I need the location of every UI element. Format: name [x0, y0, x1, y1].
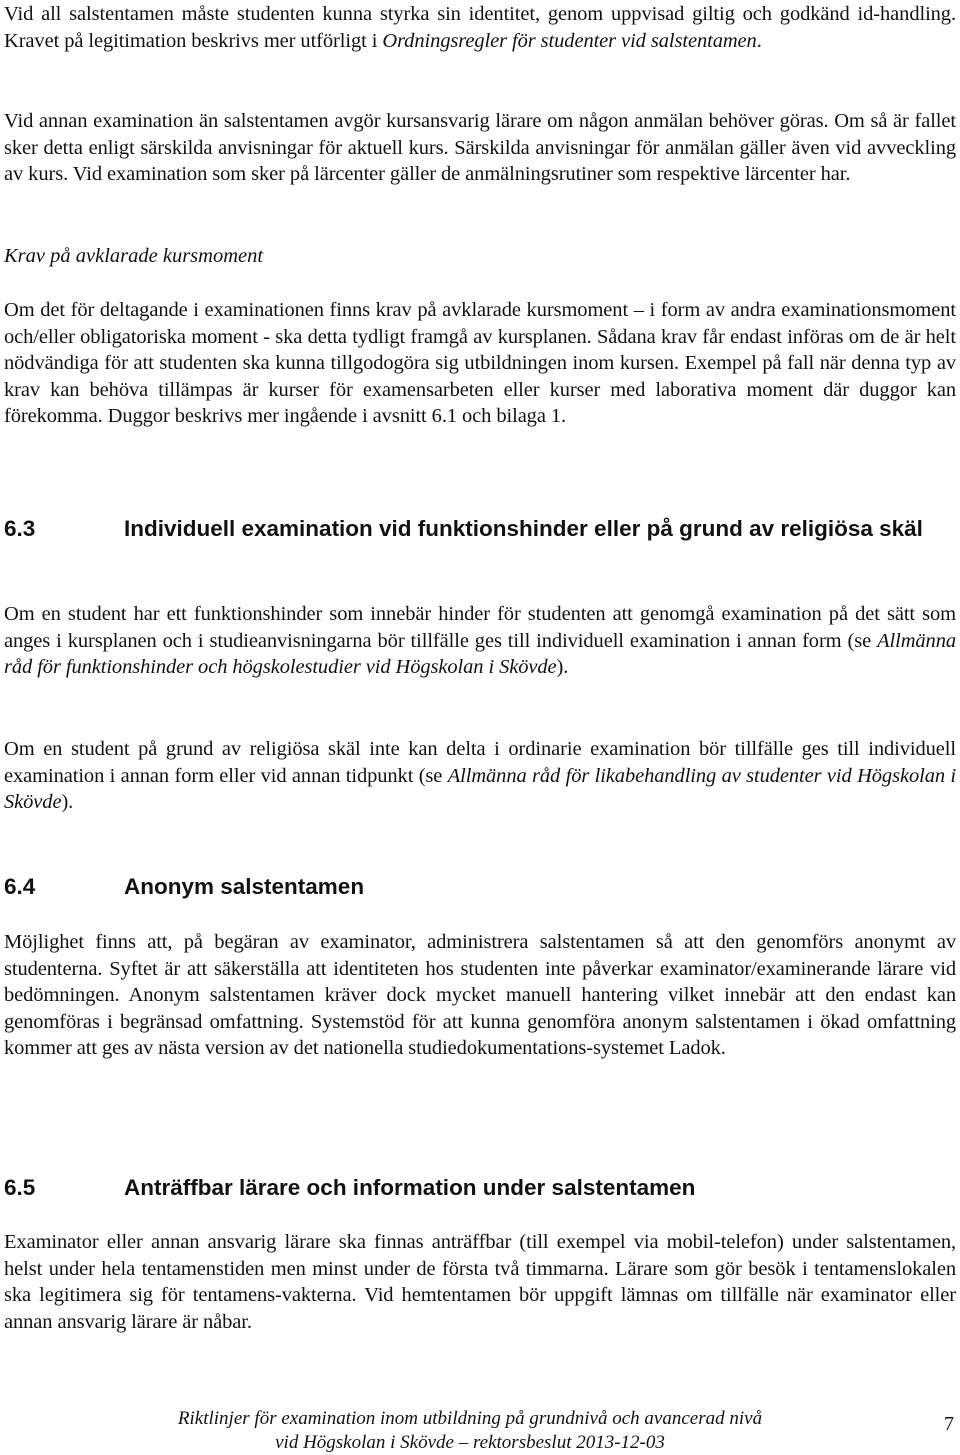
- text: ).: [61, 791, 74, 814]
- krav-paragraph: Om det för deltagande i examinationen fi…: [4, 299, 956, 428]
- footer-line-1: Riktlinjer för examination inom utbildni…: [177, 1408, 763, 1429]
- section-6-4-paragraph: Möjlighet finns att, på begäran av exami…: [4, 931, 956, 1060]
- section-title: Individuell examination vid funktionshin…: [124, 516, 923, 541]
- section-title: Anonym salstentamen: [124, 874, 365, 899]
- section-6-5-paragraph: Examinator eller annan ansvarig lärare s…: [4, 1231, 956, 1333]
- footer-line-2: vid Högskolan i Skövde – rektorsbeslut 2…: [275, 1432, 665, 1453]
- section-number: 6.3: [4, 516, 36, 541]
- text: .: [756, 29, 762, 52]
- document-reference: Ordningsregler för studenter vid salsten…: [382, 29, 757, 52]
- intro-paragraph-identity: Vid all salstentamen måste studenten kun…: [4, 1, 956, 54]
- section-title: Anträffbar lärare och information under …: [124, 1175, 696, 1200]
- page-footer: Riktlinjer för examination inom utbildni…: [4, 1407, 956, 1455]
- section-6-3-paragraph-1: Om en student har ett funktionshinder so…: [4, 601, 956, 681]
- section-number: 6.4: [4, 874, 36, 899]
- intro-paragraph-registration: Vid annan examination än salstentamen av…: [4, 110, 956, 186]
- subheading-krav: Krav på avklarade kursmoment: [4, 245, 264, 267]
- section-number: 6.5: [4, 1175, 36, 1200]
- section-6-3-paragraph-2: Om en student på grund av religiösa skäl…: [4, 736, 956, 816]
- text: ).: [556, 656, 569, 679]
- text: Om en student har ett funktionshinder so…: [4, 603, 956, 652]
- page-number: 7: [944, 1413, 954, 1435]
- section-heading-6-3: 6.3 Individuell examination vid funktion…: [4, 514, 956, 578]
